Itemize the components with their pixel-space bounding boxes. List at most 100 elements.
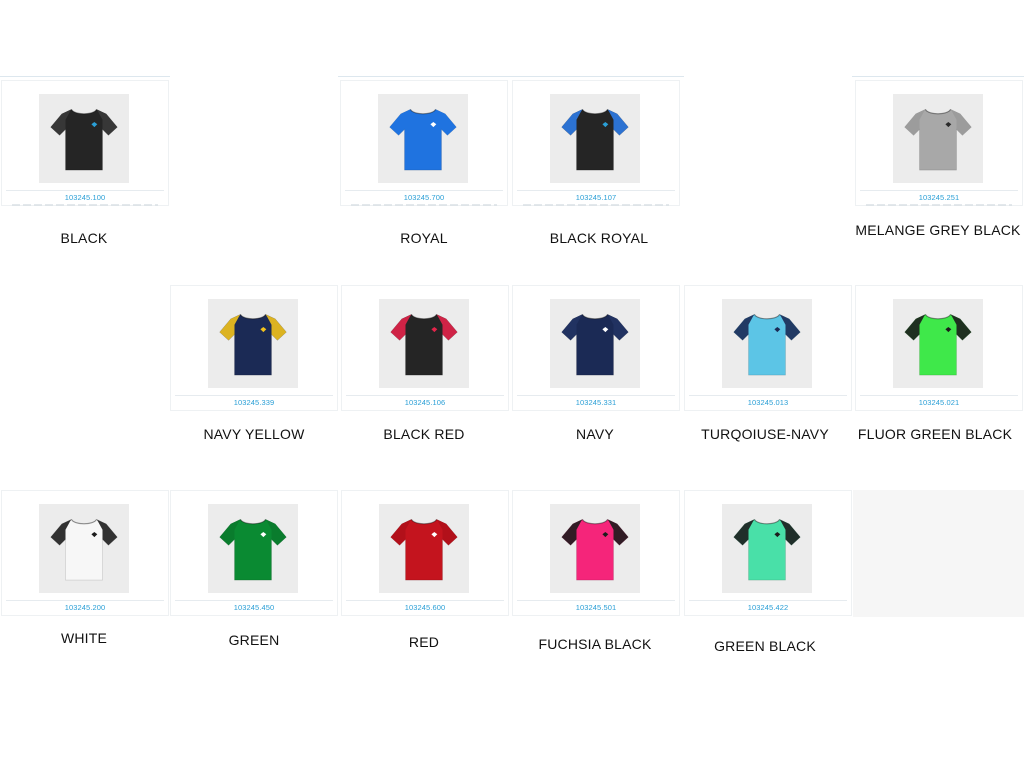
product-code[interactable]: 103245.107 — [513, 193, 679, 202]
product-card-103245-700[interactable]: 103245.700 — [340, 80, 508, 206]
shirt-collar — [581, 313, 609, 319]
shirt-collar — [924, 108, 952, 114]
shirt-collar — [409, 108, 437, 114]
card-divider — [175, 395, 333, 396]
product-photo — [722, 504, 812, 593]
tshirt-icon — [733, 313, 801, 375]
product-code[interactable]: 103245.339 — [171, 398, 337, 407]
product-photo — [208, 299, 298, 388]
top-rule — [0, 76, 170, 77]
empty-product-slot — [853, 490, 1024, 617]
tshirt-icon — [561, 518, 629, 580]
color-label: FLUOR GREEN BLACK — [857, 426, 1013, 442]
shirt-collar — [410, 313, 438, 319]
product-card-103245-422[interactable]: 103245.422 — [684, 490, 852, 616]
card-divider — [175, 600, 333, 601]
product-code[interactable]: 103245.106 — [342, 398, 508, 407]
product-card-103245-600[interactable]: 103245.600 — [341, 490, 509, 616]
product-photo — [378, 94, 468, 183]
product-photo — [208, 504, 298, 593]
product-card-103245-331[interactable]: 103245.331 — [512, 285, 680, 411]
tshirt-icon — [219, 313, 287, 375]
product-photo — [39, 504, 129, 593]
top-rule — [338, 76, 684, 77]
color-label: FUCHSIA BLACK — [538, 636, 652, 652]
shirt-collar — [753, 518, 781, 524]
color-label: NAVY — [576, 426, 614, 442]
product-photo — [722, 299, 812, 388]
tshirt-icon — [390, 518, 458, 580]
product-card-103245-450[interactable]: 103245.450 — [170, 490, 338, 616]
color-label: NAVY YELLOW — [203, 426, 305, 442]
color-label: WHITE — [60, 630, 108, 646]
faded-caption — [866, 204, 1012, 206]
product-code[interactable]: 103245.600 — [342, 603, 508, 612]
color-label: RED — [408, 634, 440, 650]
card-divider — [860, 395, 1018, 396]
faded-caption — [523, 204, 669, 206]
color-label: BLACK ROYAL — [549, 230, 649, 246]
product-card-103245-013[interactable]: 103245.013 — [684, 285, 852, 411]
card-divider — [689, 600, 847, 601]
product-card-103245-251[interactable]: 103245.251 — [855, 80, 1023, 206]
product-code[interactable]: 103245.021 — [856, 398, 1022, 407]
color-label: ROYAL — [400, 230, 448, 246]
shirt-collar — [70, 518, 98, 524]
product-card-103245-501[interactable]: 103245.501 — [512, 490, 680, 616]
product-photo — [379, 299, 469, 388]
card-divider — [517, 600, 675, 601]
color-label: MELANGE GREY BLACK — [855, 222, 1021, 238]
color-label: BLACK RED — [383, 426, 465, 442]
product-card-103245-200[interactable]: 103245.200 — [1, 490, 169, 616]
card-divider — [517, 190, 675, 191]
tshirt-icon — [904, 313, 972, 375]
card-divider — [345, 190, 503, 191]
color-label: GREEN — [228, 632, 280, 648]
card-divider — [6, 190, 164, 191]
shirt-collar — [581, 108, 609, 114]
tshirt-icon — [561, 313, 629, 375]
product-code[interactable]: 103245.013 — [685, 398, 851, 407]
faded-caption — [351, 204, 497, 206]
product-code[interactable]: 103245.251 — [856, 193, 1022, 202]
color-label: TURQOIUSE-NAVY — [701, 426, 829, 442]
product-card-103245-106[interactable]: 103245.106 — [341, 285, 509, 411]
top-rule — [852, 76, 1024, 77]
product-photo — [379, 504, 469, 593]
card-divider — [6, 600, 164, 601]
shirt-collar — [70, 108, 98, 114]
card-divider — [346, 395, 504, 396]
tshirt-icon — [561, 108, 629, 170]
shirt-collar — [239, 518, 267, 524]
product-code[interactable]: 103245.200 — [2, 603, 168, 612]
product-code[interactable]: 103245.331 — [513, 398, 679, 407]
tshirt-icon — [389, 108, 457, 170]
product-code[interactable]: 103245.700 — [341, 193, 507, 202]
product-photo — [550, 299, 640, 388]
product-code[interactable]: 103245.501 — [513, 603, 679, 612]
card-divider — [517, 395, 675, 396]
tshirt-icon — [50, 518, 118, 580]
tshirt-icon — [733, 518, 801, 580]
card-divider — [346, 600, 504, 601]
product-card-103245-100[interactable]: 103245.100 — [1, 80, 169, 206]
shirt-collar — [239, 313, 267, 319]
tshirt-icon — [390, 313, 458, 375]
card-divider — [860, 190, 1018, 191]
shirt-collar — [410, 518, 438, 524]
product-code[interactable]: 103245.100 — [2, 193, 168, 202]
product-card-103245-021[interactable]: 103245.021 — [855, 285, 1023, 411]
shirt-collar — [924, 313, 952, 319]
tshirt-icon — [219, 518, 287, 580]
product-photo — [39, 94, 129, 183]
faded-caption — [12, 204, 158, 206]
product-code[interactable]: 103245.422 — [685, 603, 851, 612]
shirt-collar — [581, 518, 609, 524]
product-card-103245-107[interactable]: 103245.107 — [512, 80, 680, 206]
tshirt-icon — [50, 108, 118, 170]
tshirt-icon — [904, 108, 972, 170]
product-code[interactable]: 103245.450 — [171, 603, 337, 612]
product-card-103245-339[interactable]: 103245.339 — [170, 285, 338, 411]
product-photo — [893, 94, 983, 183]
color-label: GREEN BLACK — [714, 638, 816, 654]
